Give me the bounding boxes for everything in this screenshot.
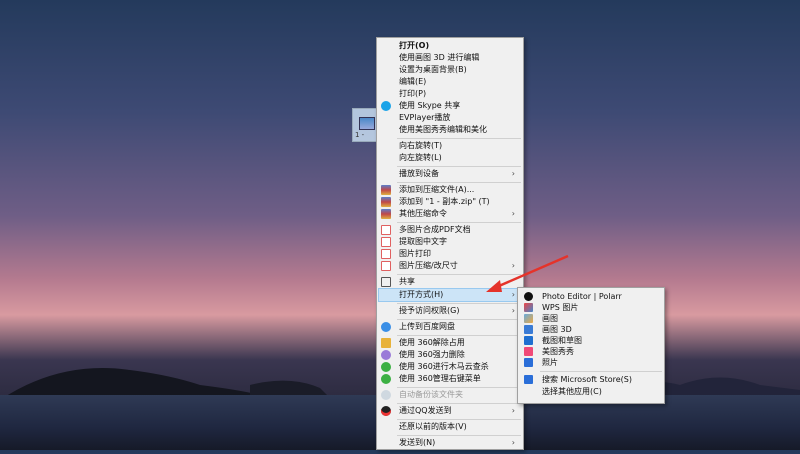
annotation-arrow-icon — [486, 254, 569, 292]
